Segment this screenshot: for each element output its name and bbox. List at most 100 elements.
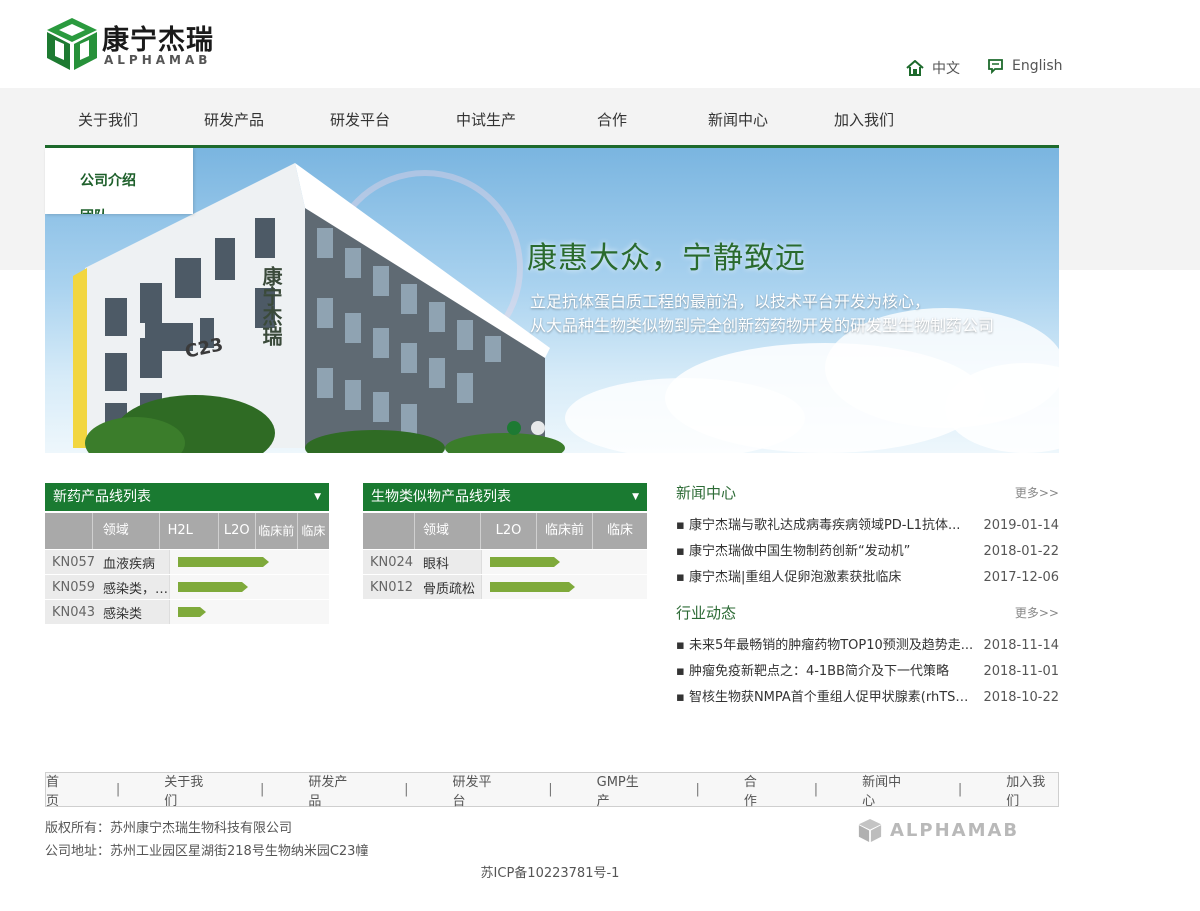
footer-link-platform[interactable]: 研发平台 <box>453 771 505 809</box>
column-header: L2O <box>219 513 256 549</box>
industry-news-section: 行业动态 更多>> ▪ 未来5年最畅销的肿瘤药物TOP10预测及趋势走... 2… <box>676 602 1059 711</box>
table-row[interactable]: KN043 感染类 <box>45 600 329 624</box>
column-header: 临床前 <box>256 513 298 549</box>
footer-logo-text: ALPHAMAB <box>890 820 1020 841</box>
progress-cell <box>481 575 647 599</box>
carousel-dot-1[interactable] <box>507 421 521 435</box>
product-area: 感染类，… <box>103 581 169 597</box>
product-code: KN024 <box>370 554 414 570</box>
product-area: 骨质疏松 <box>423 581 476 597</box>
column-header: 临床 <box>301 524 326 538</box>
lang-label-chinese: 中文 <box>932 61 960 77</box>
news-date: 2018-10-22 <box>983 690 1059 705</box>
column-header <box>45 513 93 549</box>
table-header[interactable]: 生物类似物产品线列表 ▼ <box>363 483 647 511</box>
news-list: ▪ 康宁杰瑞与歌礼达成病毒疾病领域PD-L1抗体... 2019-01-14 ▪… <box>676 513 1059 591</box>
table-row[interactable]: KN059 感染类，… <box>45 575 329 599</box>
nav-item-news[interactable]: 新闻中心 <box>675 100 801 140</box>
more-link[interactable]: 更多>> <box>1015 604 1059 621</box>
message-icon <box>988 59 1003 74</box>
dropdown-caret-icon: ▼ <box>632 492 639 502</box>
list-item[interactable]: ▪ 肿瘤免疫新靶点之：4-1BB简介及下一代策略 2018-11-01 <box>676 659 1059 685</box>
progress-bar <box>178 557 269 567</box>
list-item[interactable]: ▪ 未来5年最畅销的肿瘤药物TOP10预测及趋势走... 2018-11-14 <box>676 633 1059 659</box>
new-drug-pipeline-table: 新药产品线列表 ▼ 领域 H2L L2O 临床前 临床 KN057 血液疾病 K… <box>45 483 329 624</box>
lang-link-chinese[interactable]: 中文 <box>906 58 960 78</box>
news-date: 2018-11-14 <box>983 638 1059 653</box>
product-code: KN059 <box>52 579 96 595</box>
progress-bar <box>178 607 206 617</box>
progress-cell <box>169 600 329 624</box>
list-item[interactable]: ▪ 康宁杰瑞与歌礼达成病毒疾病领域PD-L1抗体... 2019-01-14 <box>676 513 1059 539</box>
brand-name-en: ALPHAMAB <box>104 53 212 67</box>
main-nav: 关于我们 研发产品 研发平台 中试生产 合作 新闻中心 加入我们 <box>45 100 1059 140</box>
table-columns: 领域 L2O 临床前 临床 <box>363 513 647 549</box>
hero-banner: 康宁杰瑞 C23 康惠大众，宁静致远 立足抗体蛋白质工程的最前沿，以技术平台开发… <box>45 148 1059 453</box>
address-text: 公司地址：苏州工业园区星湖街218号生物纳米园C23幢 <box>45 844 369 859</box>
more-link[interactable]: 更多>> <box>1015 484 1059 501</box>
progress-bar <box>490 557 560 567</box>
footer-link-products[interactable]: 研发产品 <box>308 771 360 809</box>
news-title: ▪ 肿瘤免疫新靶点之：4-1BB简介及下一代策略 <box>676 664 950 679</box>
footer-link-about[interactable]: 关于我们 <box>164 771 216 809</box>
news-date: 2017-12-06 <box>983 570 1059 585</box>
progress-bar <box>490 582 575 592</box>
site-logo[interactable]: 康宁杰瑞 ALPHAMAB <box>45 16 245 74</box>
nav-item-platform[interactable]: 研发平台 <box>297 100 423 140</box>
footer-link-gmp[interactable]: GMP生产 <box>597 771 652 809</box>
footer-separator: | <box>404 782 409 797</box>
footer-link-cooperation[interactable]: 合作 <box>744 771 770 809</box>
nav-item-join[interactable]: 加入我们 <box>801 100 927 140</box>
news-title: ▪ 康宁杰瑞|重组人促卵泡激素获批临床 <box>676 570 902 585</box>
product-code: KN012 <box>370 579 414 595</box>
footer-link-join[interactable]: 加入我们 <box>1006 771 1058 809</box>
cube-logo-icon <box>858 818 882 843</box>
building-sign: 康宁杰瑞 <box>259 266 283 346</box>
nav-item-cooperation[interactable]: 合作 <box>549 100 675 140</box>
list-item[interactable]: ▪ 康宁杰瑞做中国生物制药创新“发动机” 2018-01-22 <box>676 539 1059 565</box>
product-code: KN043 <box>52 604 96 620</box>
table-row[interactable]: KN012 骨质疏松 <box>363 575 647 599</box>
news-list: ▪ 未来5年最畅销的肿瘤药物TOP10预测及趋势走... 2018-11-14 … <box>676 633 1059 711</box>
list-item[interactable]: ▪ 智核生物获NMPA首个重组人促甲状腺素(rhTSH... 2018-10-2… <box>676 685 1059 711</box>
footer-link-news[interactable]: 新闻中心 <box>862 771 914 809</box>
table-row[interactable]: KN024 眼科 <box>363 550 647 574</box>
carousel-dot-2[interactable] <box>531 421 545 435</box>
table-title: 新药产品线列表 <box>53 489 151 505</box>
icp-license[interactable]: 苏ICP备10223781号-1 <box>0 862 1100 881</box>
table-header[interactable]: 新药产品线列表 ▼ <box>45 483 329 511</box>
column-header: 领域 <box>93 513 160 549</box>
carousel-dots <box>507 421 545 435</box>
table-title: 生物类似物产品线列表 <box>371 489 511 505</box>
lang-link-english[interactable]: English <box>987 58 1063 74</box>
column-header: L2O <box>481 513 537 549</box>
footer-nav: 首页 | 关于我们 | 研发产品 | 研发平台 | GMP生产 | 合作 | 新… <box>45 771 1059 809</box>
biosimilar-pipeline-table: 生物类似物产品线列表 ▼ 领域 L2O 临床前 临床 KN024 眼科 KN01… <box>363 483 647 599</box>
dropdown-item-company-intro[interactable]: 公司介绍 <box>80 170 136 190</box>
home-icon <box>906 60 924 76</box>
footer-separator: | <box>813 782 819 797</box>
banner-subtitle-2: 从大品种生物类似物到完全创新药药物开发的研发型生物制药公司 <box>530 316 995 335</box>
nav-item-products[interactable]: 研发产品 <box>171 100 297 140</box>
product-area: 血液疾病 <box>103 556 156 572</box>
footer-separator: | <box>115 782 121 797</box>
news-date: 2019-01-14 <box>983 518 1059 533</box>
column-header: 临床前 <box>537 513 593 549</box>
dropdown-caret-icon: ▼ <box>314 492 321 502</box>
table-row[interactable]: KN057 血液疾病 <box>45 550 329 574</box>
news-date: 2018-11-01 <box>983 664 1059 679</box>
list-item[interactable]: ▪ 康宁杰瑞|重组人促卵泡激素获批临床 2017-12-06 <box>676 565 1059 591</box>
column-header: 领域 <box>415 513 481 549</box>
section-title: 行业动态 <box>676 604 737 622</box>
footer-separator: | <box>695 782 700 797</box>
footer-separator: | <box>260 782 265 797</box>
nav-item-pilot-production[interactable]: 中试生产 <box>423 100 549 140</box>
product-area: 眼科 <box>423 556 450 572</box>
banner-title: 康惠大众，宁静致远 <box>527 241 806 276</box>
progress-cell <box>169 550 329 574</box>
nav-item-about[interactable]: 关于我们 <box>45 100 171 140</box>
dropdown-item-team[interactable]: 团队 <box>80 206 108 214</box>
footer-link-home[interactable]: 首页 <box>46 771 72 809</box>
news-center-section: 新闻中心 更多>> ▪ 康宁杰瑞与歌礼达成病毒疾病领域PD-L1抗体... 20… <box>676 482 1059 591</box>
progress-bar <box>178 582 248 592</box>
